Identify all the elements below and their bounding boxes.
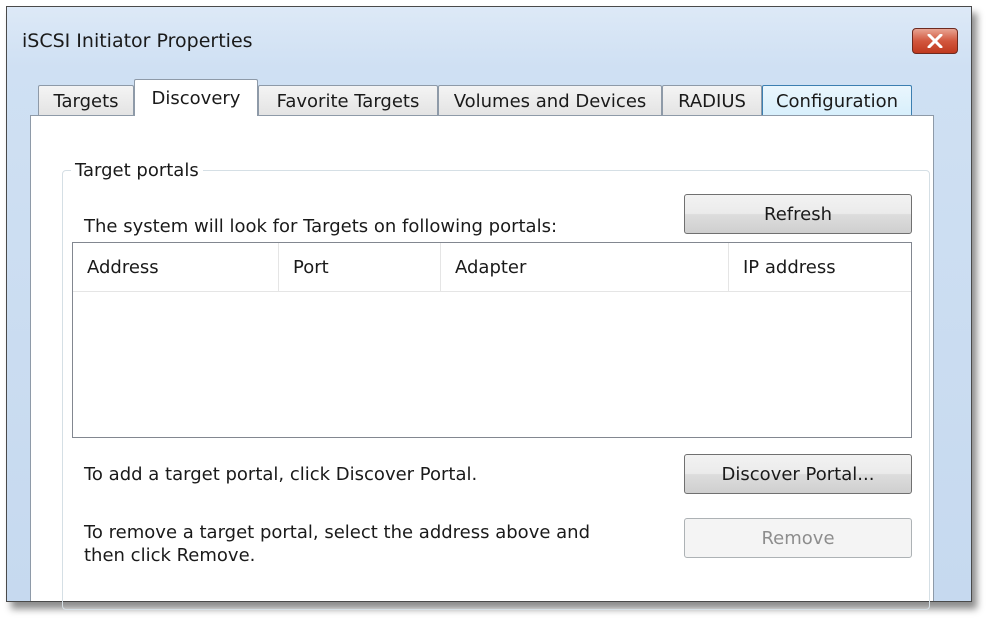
tab-favorite-targets[interactable]: Favorite Targets: [258, 85, 438, 116]
discover-portal-button[interactable]: Discover Portal...: [684, 454, 912, 494]
portals-description: The system will look for Targets on foll…: [84, 216, 558, 237]
column-header-adapter[interactable]: Adapter: [441, 243, 729, 291]
remove-portal-instructions-line1: To remove a target portal, select the ad…: [84, 522, 591, 543]
remove-button[interactable]: Remove: [684, 518, 912, 558]
column-header-ip-address[interactable]: IP address: [729, 243, 911, 291]
close-icon: [927, 34, 943, 48]
close-button[interactable]: [912, 28, 958, 54]
remove-portal-instructions-line2: then click Remove.: [84, 545, 256, 566]
target-portals-legend: Target portals: [75, 160, 199, 181]
tab-radius[interactable]: RADIUS: [662, 85, 762, 116]
column-header-port[interactable]: Port: [279, 243, 441, 291]
target-portals-list[interactable]: Address Port Adapter IP address: [72, 242, 912, 438]
list-header: Address Port Adapter IP address: [73, 243, 911, 292]
tab-discovery[interactable]: Discovery: [134, 79, 258, 116]
tab-targets[interactable]: Targets: [38, 85, 134, 116]
column-header-address[interactable]: Address: [73, 243, 279, 291]
add-portal-instructions: To add a target portal, click Discover P…: [84, 464, 478, 485]
refresh-button[interactable]: Refresh: [684, 194, 912, 234]
tab-configuration[interactable]: Configuration: [762, 85, 912, 116]
window-title: iSCSI Initiator Properties: [22, 30, 253, 52]
tab-volumes-and-devices[interactable]: Volumes and Devices: [438, 85, 662, 116]
